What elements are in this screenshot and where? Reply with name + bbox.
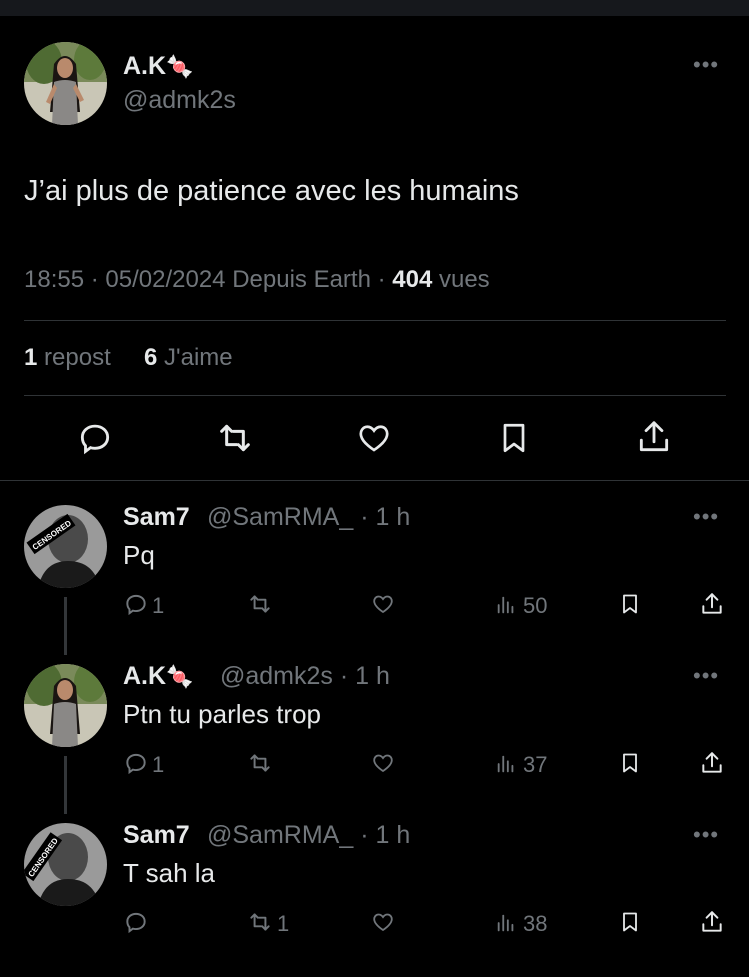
reply-handle[interactable]: @SamRMA_ · 1 h (207, 821, 410, 850)
views-icon[interactable] (494, 911, 518, 935)
views-count: 37 (523, 752, 548, 777)
main-post-text: J’ai plus de patience avec les humains (24, 175, 519, 207)
repost-icon[interactable] (245, 591, 275, 617)
author-name-text: A.K (123, 52, 167, 80)
heart-icon[interactable] (369, 750, 397, 776)
more-icon[interactable]: ••• (693, 824, 719, 846)
thread-line (64, 597, 67, 655)
reply-icon[interactable] (122, 909, 150, 935)
time-ago: 1 h (375, 503, 411, 531)
likes-stat[interactable]: 6 J'aime (144, 344, 233, 372)
reply-icon[interactable] (74, 418, 116, 458)
reply-avatar[interactable] (24, 664, 107, 747)
heart-icon[interactable] (353, 418, 395, 458)
heart-icon[interactable] (369, 591, 397, 617)
author-name-text: A.K (123, 662, 167, 690)
reply-icon[interactable] (122, 591, 150, 617)
reply-avatar[interactable]: CENSORED (24, 823, 107, 906)
reposts-label: repost (44, 344, 111, 371)
candy-emoji: 🍬 (166, 54, 194, 79)
handle-text: @SamRMA_ (207, 503, 354, 531)
repost-icon[interactable] (245, 750, 275, 776)
time-ago: 1 h (375, 821, 411, 849)
more-icon[interactable]: ••• (693, 665, 719, 687)
reply-author-name[interactable]: Sam7 (123, 821, 190, 850)
reply-text: T sah la (123, 858, 216, 888)
heart-icon[interactable] (369, 909, 397, 935)
post-location: Depuis Earth (232, 266, 371, 293)
share-icon[interactable] (698, 749, 726, 777)
reply-count: 1 (152, 752, 165, 777)
bookmark-icon[interactable] (617, 909, 643, 935)
reply-avatar[interactable]: CENSORED (24, 505, 107, 588)
reposts-count: 1 (24, 344, 38, 371)
time-ago: 1 h (355, 662, 390, 690)
top-bar (0, 0, 749, 16)
share-icon[interactable] (698, 908, 726, 936)
reply-icon[interactable] (122, 750, 150, 776)
repost-icon[interactable] (245, 909, 275, 935)
main-post-handle[interactable]: @admk2s (123, 86, 236, 115)
reposts-stat[interactable]: 1 repost (24, 344, 111, 372)
bookmark-icon[interactable] (494, 418, 534, 458)
share-icon[interactable] (698, 590, 726, 618)
reply-author-name[interactable]: A.K🍬 (123, 662, 193, 691)
thread-line (64, 756, 67, 814)
views-count: 38 (523, 911, 548, 936)
post-date[interactable]: 05/02/2024 (105, 266, 225, 293)
divider (24, 395, 726, 396)
handle-text: @SamRMA_ (207, 821, 354, 849)
divider (24, 320, 726, 321)
views-label: vues (438, 266, 490, 293)
views-count: 50 (523, 593, 548, 618)
likes-label: J'aime (164, 344, 233, 371)
reply-handle[interactable]: @SamRMA_ · 1 h (207, 503, 410, 532)
likes-count: 6 (144, 344, 158, 371)
more-icon[interactable]: ••• (693, 54, 719, 76)
handle-text: @admk2s (220, 662, 333, 690)
main-post-avatar[interactable] (24, 42, 107, 125)
main-post-meta: 18:55 · 05/02/2024 Depuis Earth · 404 vu… (24, 266, 490, 293)
views-icon[interactable] (494, 752, 518, 776)
repost-count: 1 (277, 911, 290, 936)
reply-handle[interactable]: @admk2s · 1 h (220, 662, 390, 691)
reply-count: 1 (152, 593, 165, 618)
views-icon[interactable] (494, 593, 518, 617)
post-time[interactable]: 18:55 (24, 266, 84, 293)
views-count: 404 (392, 266, 433, 293)
reply-author-name[interactable]: Sam7 (123, 503, 190, 532)
repost-icon[interactable] (212, 418, 258, 458)
bookmark-icon[interactable] (617, 591, 643, 617)
reply-text: Ptn tu parles trop (123, 699, 321, 729)
bookmark-icon[interactable] (617, 750, 643, 776)
more-icon[interactable]: ••• (693, 506, 719, 528)
main-post-author-name[interactable]: A.K🍬 (123, 52, 193, 81)
divider (0, 480, 749, 481)
share-icon[interactable] (633, 416, 675, 458)
reply-text: Pq (123, 540, 155, 570)
candy-emoji: 🍬 (166, 664, 194, 689)
